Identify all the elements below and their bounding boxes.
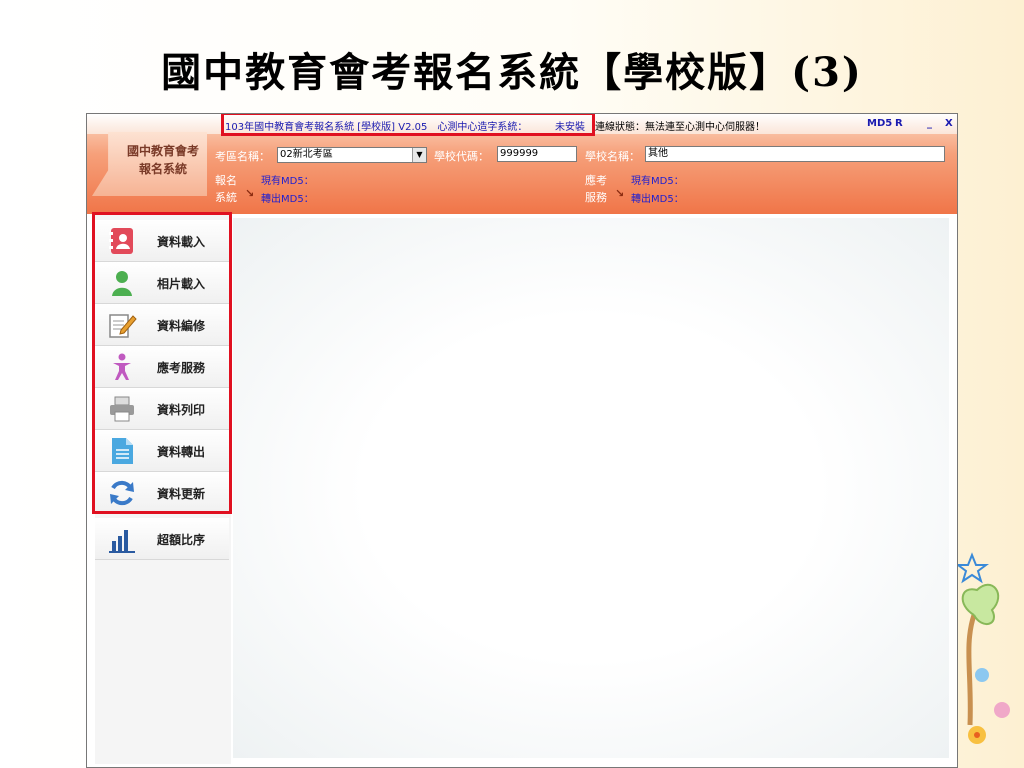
school-code-input[interactable]: 999999: [497, 146, 577, 162]
slide-title: 國中教育會考報名系統【學校版】(3): [161, 49, 863, 96]
logo-line-1: 國中教育會考: [126, 144, 199, 158]
register-label-2: 系統: [215, 191, 237, 204]
register-current-md5: 現有MD5：: [261, 176, 314, 187]
arrow-icon: ↘: [245, 187, 255, 200]
r-button[interactable]: R: [895, 118, 903, 129]
exam-label-1: 應考: [585, 174, 607, 187]
exam-current-md5: 現有MD5：: [631, 176, 684, 187]
app-window: 103年國中教育會考報名系統 [學校版] V2.05 心測中心造字系統： 未安裝…: [86, 113, 958, 768]
menu-label: 超額比序: [157, 533, 206, 547]
chevron-down-icon[interactable]: ▼: [412, 148, 426, 162]
bar-chart-icon: [109, 530, 135, 553]
arrow-icon: ↘: [615, 187, 625, 200]
close-button[interactable]: X: [945, 118, 953, 129]
exam-export-md5: 轉出MD5：: [631, 194, 684, 205]
md5-button[interactable]: MD5: [867, 118, 892, 129]
school-name-label: 學校名稱：: [585, 150, 640, 163]
logo-line-2: 報名系統: [138, 162, 187, 176]
region-select-value: 02新北考區: [280, 149, 333, 160]
app-header: 103年國中教育會考報名系統 [學校版] V2.05 心測中心造字系統： 未安裝…: [87, 114, 957, 214]
menu-highlight-box: [92, 212, 232, 514]
school-code-label: 學校代碼：: [434, 150, 489, 163]
main-content-area: [233, 218, 949, 758]
connection-status: 連線狀態：無法連至心測中心伺服器！: [595, 122, 765, 133]
register-label-1: 報名: [215, 174, 237, 187]
tree-decoration-icon: [955, 552, 1010, 744]
region-label: 考區名稱：: [215, 150, 270, 163]
title-highlight-box: [221, 114, 595, 136]
minimize-button[interactable]: _: [927, 118, 932, 129]
logo-text: 國中教育會考 報名系統: [117, 142, 209, 178]
school-name-input[interactable]: 其他: [645, 146, 945, 162]
register-export-md5: 轉出MD5：: [261, 194, 314, 205]
menu-item-excess-ranking[interactable]: 超額比序: [95, 518, 229, 560]
region-select[interactable]: 02新北考區 ▼: [277, 147, 427, 163]
exam-label-2: 服務: [585, 191, 607, 204]
